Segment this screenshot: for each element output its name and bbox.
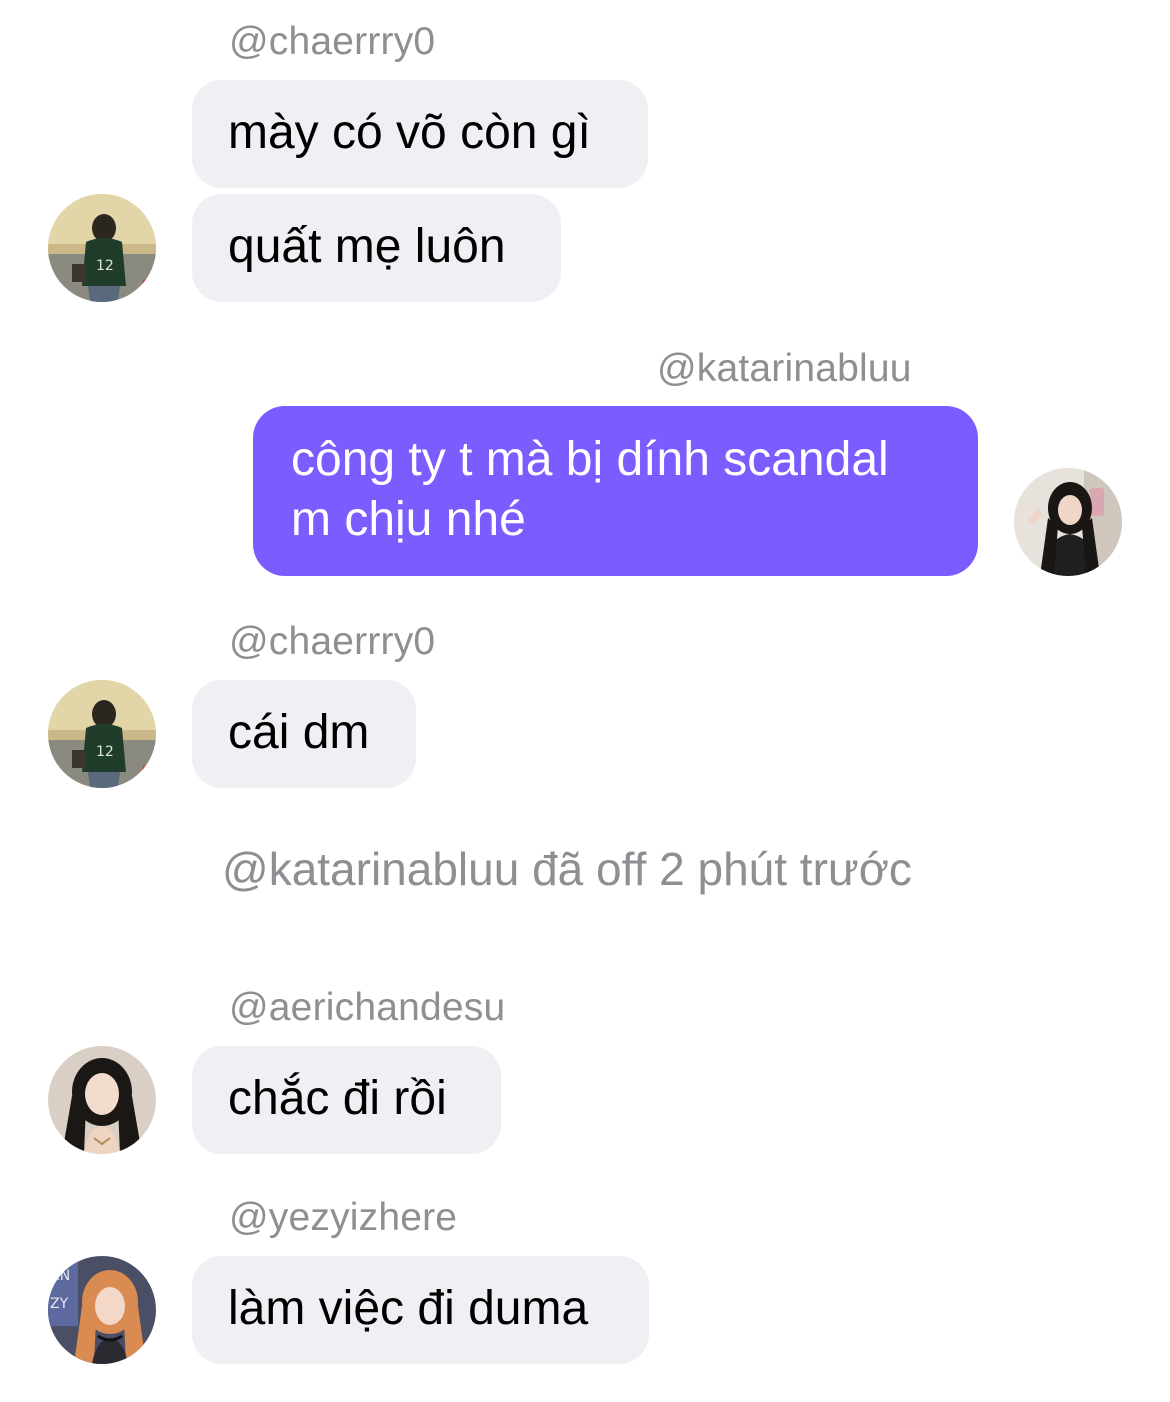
avatar[interactable]: 12 [48,194,156,302]
message-bubble[interactable]: quất mẹ luôn [192,194,561,302]
sender-username[interactable]: @aerichandesu [229,986,505,1030]
offline-status-text: @katarinabluu đã off 2 phút trước [222,843,912,895]
sender-username[interactable]: @katarinabluu [657,347,912,391]
sender-username[interactable]: @chaerrry0 [229,620,435,664]
avatar[interactable]: RN ZY [48,1256,156,1364]
avatar[interactable]: 12 [48,680,156,788]
sender-username[interactable]: @yezyizhere [229,1196,457,1240]
sender-username[interactable]: @chaerrry0 [229,20,435,64]
svg-text:12: 12 [96,258,114,274]
message-bubble[interactable]: mày có võ còn gì [192,80,648,188]
message-bubble[interactable]: làm việc đi duma [192,1256,649,1364]
avatar[interactable] [1014,468,1122,576]
message-bubble[interactable]: chắc đi rồi [192,1046,501,1154]
svg-text:ZY: ZY [50,1296,69,1312]
svg-text:RN: RN [50,1268,70,1284]
avatar[interactable] [48,1046,156,1154]
svg-text:12: 12 [96,744,114,760]
message-bubble[interactable]: cái dm [192,680,416,788]
message-bubble-outgoing[interactable]: công ty t mà bị dính scandal m chịu nhé [253,406,978,576]
